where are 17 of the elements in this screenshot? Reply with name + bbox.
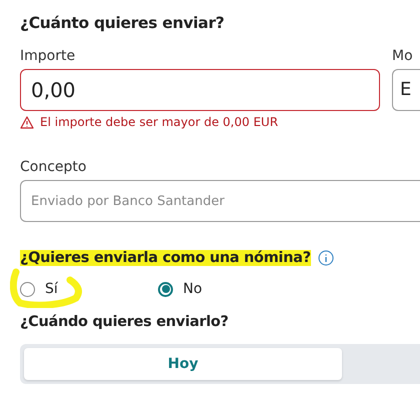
section-title: ¿Cuándo quieres enviarlo? bbox=[20, 314, 230, 330]
field-label: Concepto bbox=[20, 159, 88, 175]
radio-button[interactable] bbox=[20, 282, 35, 296]
radio-label: No bbox=[183, 281, 202, 297]
radio-button[interactable] bbox=[158, 282, 173, 296]
currency-select[interactable]: E bbox=[392, 69, 420, 111]
error-message: El importe debe ser mayor de 0,00 EUR bbox=[40, 115, 278, 129]
date-tab[interactable]: Hoy bbox=[24, 348, 342, 380]
field-label: Importe bbox=[20, 48, 76, 64]
question-text: ¿Quieres enviarla como una nómina? bbox=[20, 250, 311, 266]
radio-label: Sí bbox=[45, 281, 58, 297]
section-title: ¿Cuánto quieres enviar? bbox=[20, 14, 226, 32]
field-label: Mo bbox=[392, 48, 414, 64]
warning-icon bbox=[20, 116, 34, 128]
amount-input[interactable]: 0,00 bbox=[20, 69, 380, 111]
concept-input[interactable]: Enviado por Banco Santander bbox=[20, 180, 420, 222]
info-icon[interactable] bbox=[318, 250, 334, 266]
